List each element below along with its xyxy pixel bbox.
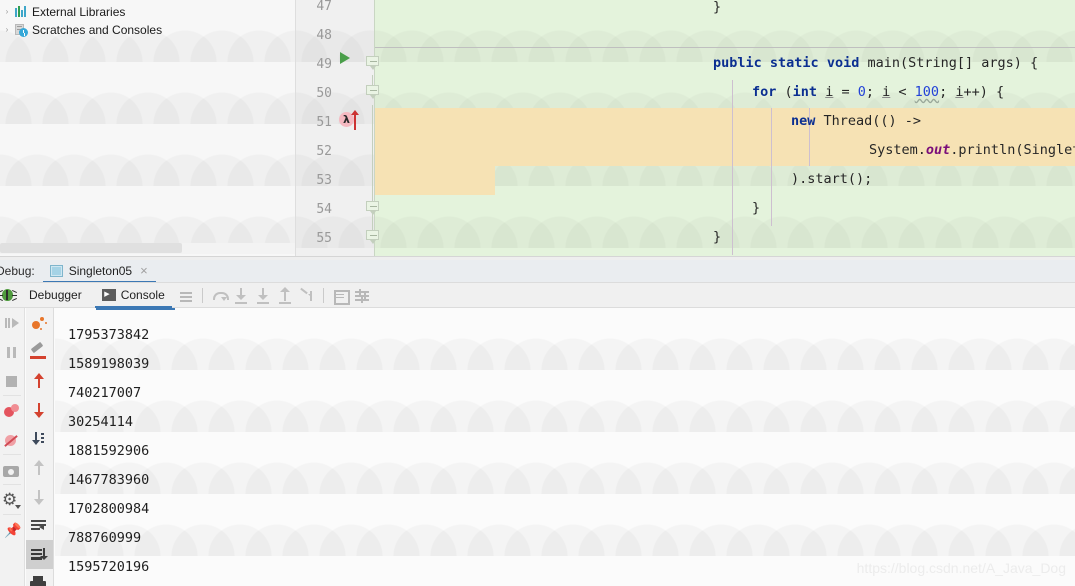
code-line-55: } (713, 229, 722, 245)
evaluate-expression-icon[interactable] (329, 283, 351, 308)
rerun-icon[interactable] (26, 308, 53, 337)
debug-session-tab-singleton05[interactable]: Singleton05 × (42, 260, 156, 282)
scroll-to-end-toggle-icon[interactable] (26, 540, 53, 569)
fold-marker-collapse[interactable] (366, 85, 379, 99)
external-libraries-icon (13, 4, 29, 20)
console-output-line: 788760999 (68, 530, 142, 546)
force-step-into-icon[interactable] (252, 283, 274, 308)
stop-program-icon[interactable] (0, 366, 24, 395)
line-number: 49 (316, 57, 332, 72)
step-out-icon[interactable] (274, 283, 296, 308)
execution-highlight (495, 108, 1075, 137)
project-pane-scrollbar[interactable] (0, 243, 182, 253)
line-number: 48 (316, 28, 332, 43)
fold-marker-collapse[interactable] (366, 201, 379, 215)
console-output-line: 1467783960 (68, 472, 150, 488)
project-tree-pane[interactable]: › External Libraries › Scratches and Con… (0, 0, 295, 256)
tree-item-scratches-and-consoles[interactable]: › Scratches and Consoles (0, 21, 295, 39)
resume-program-icon[interactable] (0, 308, 24, 337)
run-configuration-icon (49, 265, 63, 277)
console-controls-strip (26, 308, 54, 586)
run-method-icon[interactable] (340, 52, 350, 64)
console-output-line: 30254114 (68, 414, 134, 430)
layout-settings-icon[interactable] (351, 283, 373, 308)
console-output-line: 1589198039 (68, 356, 150, 372)
watermark: https://blog.csdn.net/A_Java_Dog (856, 560, 1066, 576)
tree-item-label: Scratches and Consoles (32, 23, 163, 37)
up-disabled-icon (26, 453, 53, 482)
execution-highlight (375, 166, 495, 195)
clear-all-icon[interactable] (26, 337, 53, 366)
settings-icon[interactable] (0, 484, 24, 515)
tree-item-external-libraries[interactable]: › External Libraries (0, 3, 295, 21)
code-line-51: new Thread(() -> (791, 113, 922, 129)
line-number: 54 (316, 202, 332, 217)
debug-session-controls-strip (0, 308, 25, 586)
console-body: 1795373842 1589198039 740217007 30254114… (0, 308, 1075, 586)
method-separator (375, 47, 1075, 48)
gutter-separator (374, 0, 375, 256)
step-over-icon[interactable] (208, 283, 230, 308)
previous-occurrence-icon[interactable] (26, 366, 53, 395)
line-number: 47 (316, 0, 332, 14)
next-occurrence-icon[interactable] (26, 395, 53, 424)
tab-debugger-label: Debugger (29, 288, 82, 302)
run-to-cursor-icon[interactable] (296, 283, 318, 308)
chevron-right-icon[interactable]: › (1, 21, 13, 39)
close-icon[interactable]: × (138, 264, 150, 279)
get-thread-dump-icon[interactable] (0, 455, 24, 484)
mute-breakpoints-icon[interactable] (0, 425, 24, 454)
code-line-49: public static void main(String[] args) { (713, 55, 1039, 71)
chevron-right-icon[interactable]: › (1, 3, 13, 21)
menu-icon[interactable] (175, 283, 197, 308)
pause-program-icon[interactable] (0, 337, 24, 366)
tab-console-label: Console (120, 288, 165, 302)
scratches-consoles-icon (13, 22, 29, 38)
debug-tool-window: Debug: Singleton05 × Debugger Console (0, 256, 1075, 586)
line-number: 55 (316, 231, 332, 246)
console-output-area[interactable]: 1795373842 1589198039 740217007 30254114… (55, 308, 1075, 586)
view-breakpoints-icon[interactable] (0, 396, 24, 425)
code-editor[interactable]: 47 48 49 50 51 52 53 54 55 λ } public st… (296, 0, 1075, 256)
indent-guide (732, 80, 733, 255)
top-area: › External Libraries › Scratches and Con… (0, 0, 1075, 256)
line-number: 52 (316, 144, 332, 159)
line-number: 50 (316, 86, 332, 101)
debug-window-label: Debug: (0, 264, 35, 278)
execution-pointer-icon (351, 110, 359, 130)
toolbar-divider (201, 287, 203, 303)
fold-marker-collapse[interactable] (366, 230, 379, 244)
debug-tab-bar: Debug: Singleton05 × (0, 260, 1075, 283)
code-line-53: ).start(); (791, 171, 873, 187)
print-icon[interactable] (26, 569, 53, 586)
fold-marker-collapse[interactable] (366, 56, 379, 70)
pin-tab-icon[interactable] (0, 515, 24, 545)
code-line-47: } (713, 0, 722, 15)
debug-session-tab-label: Singleton05 (68, 264, 133, 278)
console-icon (101, 288, 116, 301)
ide-window: › External Libraries › Scratches and Con… (0, 0, 1075, 586)
line-number: 51 (316, 115, 332, 130)
console-output-line: 1881592906 (68, 443, 150, 459)
console-focus-indicator (96, 308, 175, 310)
line-number: 53 (316, 173, 332, 188)
console-output-line: 1702800984 (68, 501, 150, 517)
tab-debugger[interactable]: Debugger (19, 283, 92, 308)
down-disabled-icon (26, 482, 53, 511)
console-output-line: 1595720196 (68, 559, 150, 575)
toolbar-divider (322, 287, 324, 303)
debugger-bug-icon (0, 283, 19, 308)
console-output-line: 740217007 (68, 385, 142, 401)
use-soft-wraps-icon[interactable] (26, 511, 53, 540)
console-output-line: 1795373842 (68, 327, 150, 343)
code-line-52: System.out.println(Singleton05.getInstan… (869, 142, 1075, 158)
tree-item-label: External Libraries (32, 5, 126, 19)
step-into-icon[interactable] (230, 283, 252, 308)
code-line-54: } (752, 200, 761, 216)
debugger-toolbar: Debugger Console (0, 283, 1075, 308)
scroll-to-end-icon[interactable] (26, 424, 53, 453)
tab-console[interactable]: Console (92, 283, 175, 308)
code-line-50: for (int i = 0; i < 100; i++) { (752, 84, 1005, 100)
indent-guide (771, 108, 772, 226)
